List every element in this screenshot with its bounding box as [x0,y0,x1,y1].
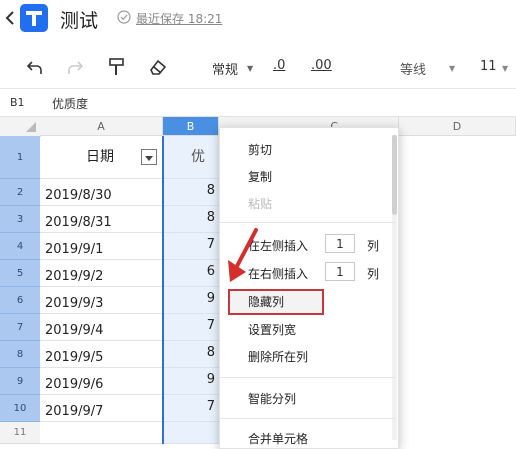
insert-left-count-input[interactable]: 1 [325,234,355,253]
formula-input[interactable]: 优质度 [52,95,88,112]
column-header-a[interactable]: A [40,117,163,136]
redo-icon[interactable] [64,57,86,79]
app-logo-icon [20,4,48,32]
select-all-corner[interactable] [0,117,41,137]
table-cell[interactable]: 2019/9/1 [40,233,163,260]
insert-right-count-input[interactable]: 1 [325,262,355,281]
row-header[interactable]: 5 [0,260,40,287]
menu-item-merge-cells[interactable]: 合并单元格 [248,430,308,447]
table-cell[interactable]: 2019/9/4 [40,314,163,341]
header-cell-date: 日期 [86,149,114,165]
context-menu [219,127,399,449]
insert-right-unit: 列 [367,267,380,281]
cell-reference[interactable]: B1 [10,96,25,109]
column-header-d[interactable]: D [399,117,516,136]
row-header[interactable]: 7 [0,314,40,341]
saved-check-icon [117,10,131,24]
font-family-select[interactable]: 等线 [400,59,426,78]
row-header[interactable]: 8 [0,341,40,368]
table-cell[interactable]: 7 [163,395,219,422]
table-cell[interactable]: 7 [163,233,219,260]
menu-divider [220,418,396,419]
insert-left-unit: 列 [367,239,380,253]
annotation-arrow-icon [228,228,258,282]
table-cell[interactable]: 9 [163,287,219,314]
format-painter-icon[interactable] [106,56,128,78]
back-icon[interactable] [4,8,16,28]
table-cell[interactable]: 2019/9/6 [40,368,163,395]
menu-divider [220,377,396,378]
decrease-decimal-button[interactable]: .0 [273,58,285,73]
table-cell[interactable]: 2019/9/7 [40,395,163,422]
menu-item-cut[interactable]: 剪切 [248,141,272,158]
chevron-down-icon[interactable]: ▼ [449,64,455,73]
document-title[interactable]: 测试 [60,6,98,33]
table-cell[interactable]: 8 [163,341,219,368]
row-header[interactable]: 3 [0,206,40,233]
menu-item-delete-column[interactable]: 删除所在列 [248,348,308,365]
column-header-b[interactable]: B [163,117,219,136]
row-header[interactable]: 9 [0,368,40,395]
menu-item-paste[interactable]: 粘贴 [248,195,272,212]
chevron-down-icon [145,156,153,161]
row-header[interactable]: 2 [0,179,40,206]
table-cell[interactable]: 优质 [163,136,219,208]
row-header[interactable]: 10 [0,395,40,422]
filter-dropdown-button[interactable] [141,149,157,165]
font-size-select[interactable]: 11 [480,59,497,74]
table-cell[interactable]: 2019/8/31 [40,206,163,233]
table-cell[interactable]: 8 [163,179,219,206]
chevron-down-icon[interactable]: ▼ [247,64,253,73]
undo-icon[interactable] [24,57,46,79]
menu-item-set-width[interactable]: 设置列宽 [248,321,296,338]
table-cell[interactable]: 2019/9/5 [40,341,163,368]
table-cell[interactable]: 9 [163,368,219,395]
table-cell[interactable]: 2019/9/2 [40,260,163,287]
chevron-down-icon[interactable]: ▼ [502,64,508,73]
menu-scrollbar-thumb[interactable] [392,135,397,215]
table-cell[interactable]: 6 [163,260,219,287]
number-format-select[interactable]: 常规 [212,59,238,78]
table-cell[interactable]: 2019/9/3 [40,287,163,314]
table-cell[interactable] [40,422,163,444]
save-status[interactable]: 最近保存 18:21 [136,10,222,27]
menu-divider [220,222,396,223]
eraser-icon[interactable] [147,56,169,78]
row-header[interactable]: 11 [0,422,40,444]
menu-item-smart-split[interactable]: 智能分列 [248,390,296,407]
menu-item-copy[interactable]: 复制 [248,168,272,185]
row-header[interactable]: 1 [0,136,40,179]
row-header[interactable]: 6 [0,287,40,314]
row-header[interactable]: 4 [0,233,40,260]
selection-border [162,136,164,444]
increase-decimal-button[interactable]: .00 [311,58,332,73]
menu-item-hide-column[interactable]: 隐藏列 [248,293,284,310]
table-cell[interactable]: 8 [163,206,219,233]
table-cell[interactable]: 2019/8/30 [40,179,163,206]
table-cell[interactable] [163,422,219,444]
table-cell[interactable]: 7 [163,314,219,341]
